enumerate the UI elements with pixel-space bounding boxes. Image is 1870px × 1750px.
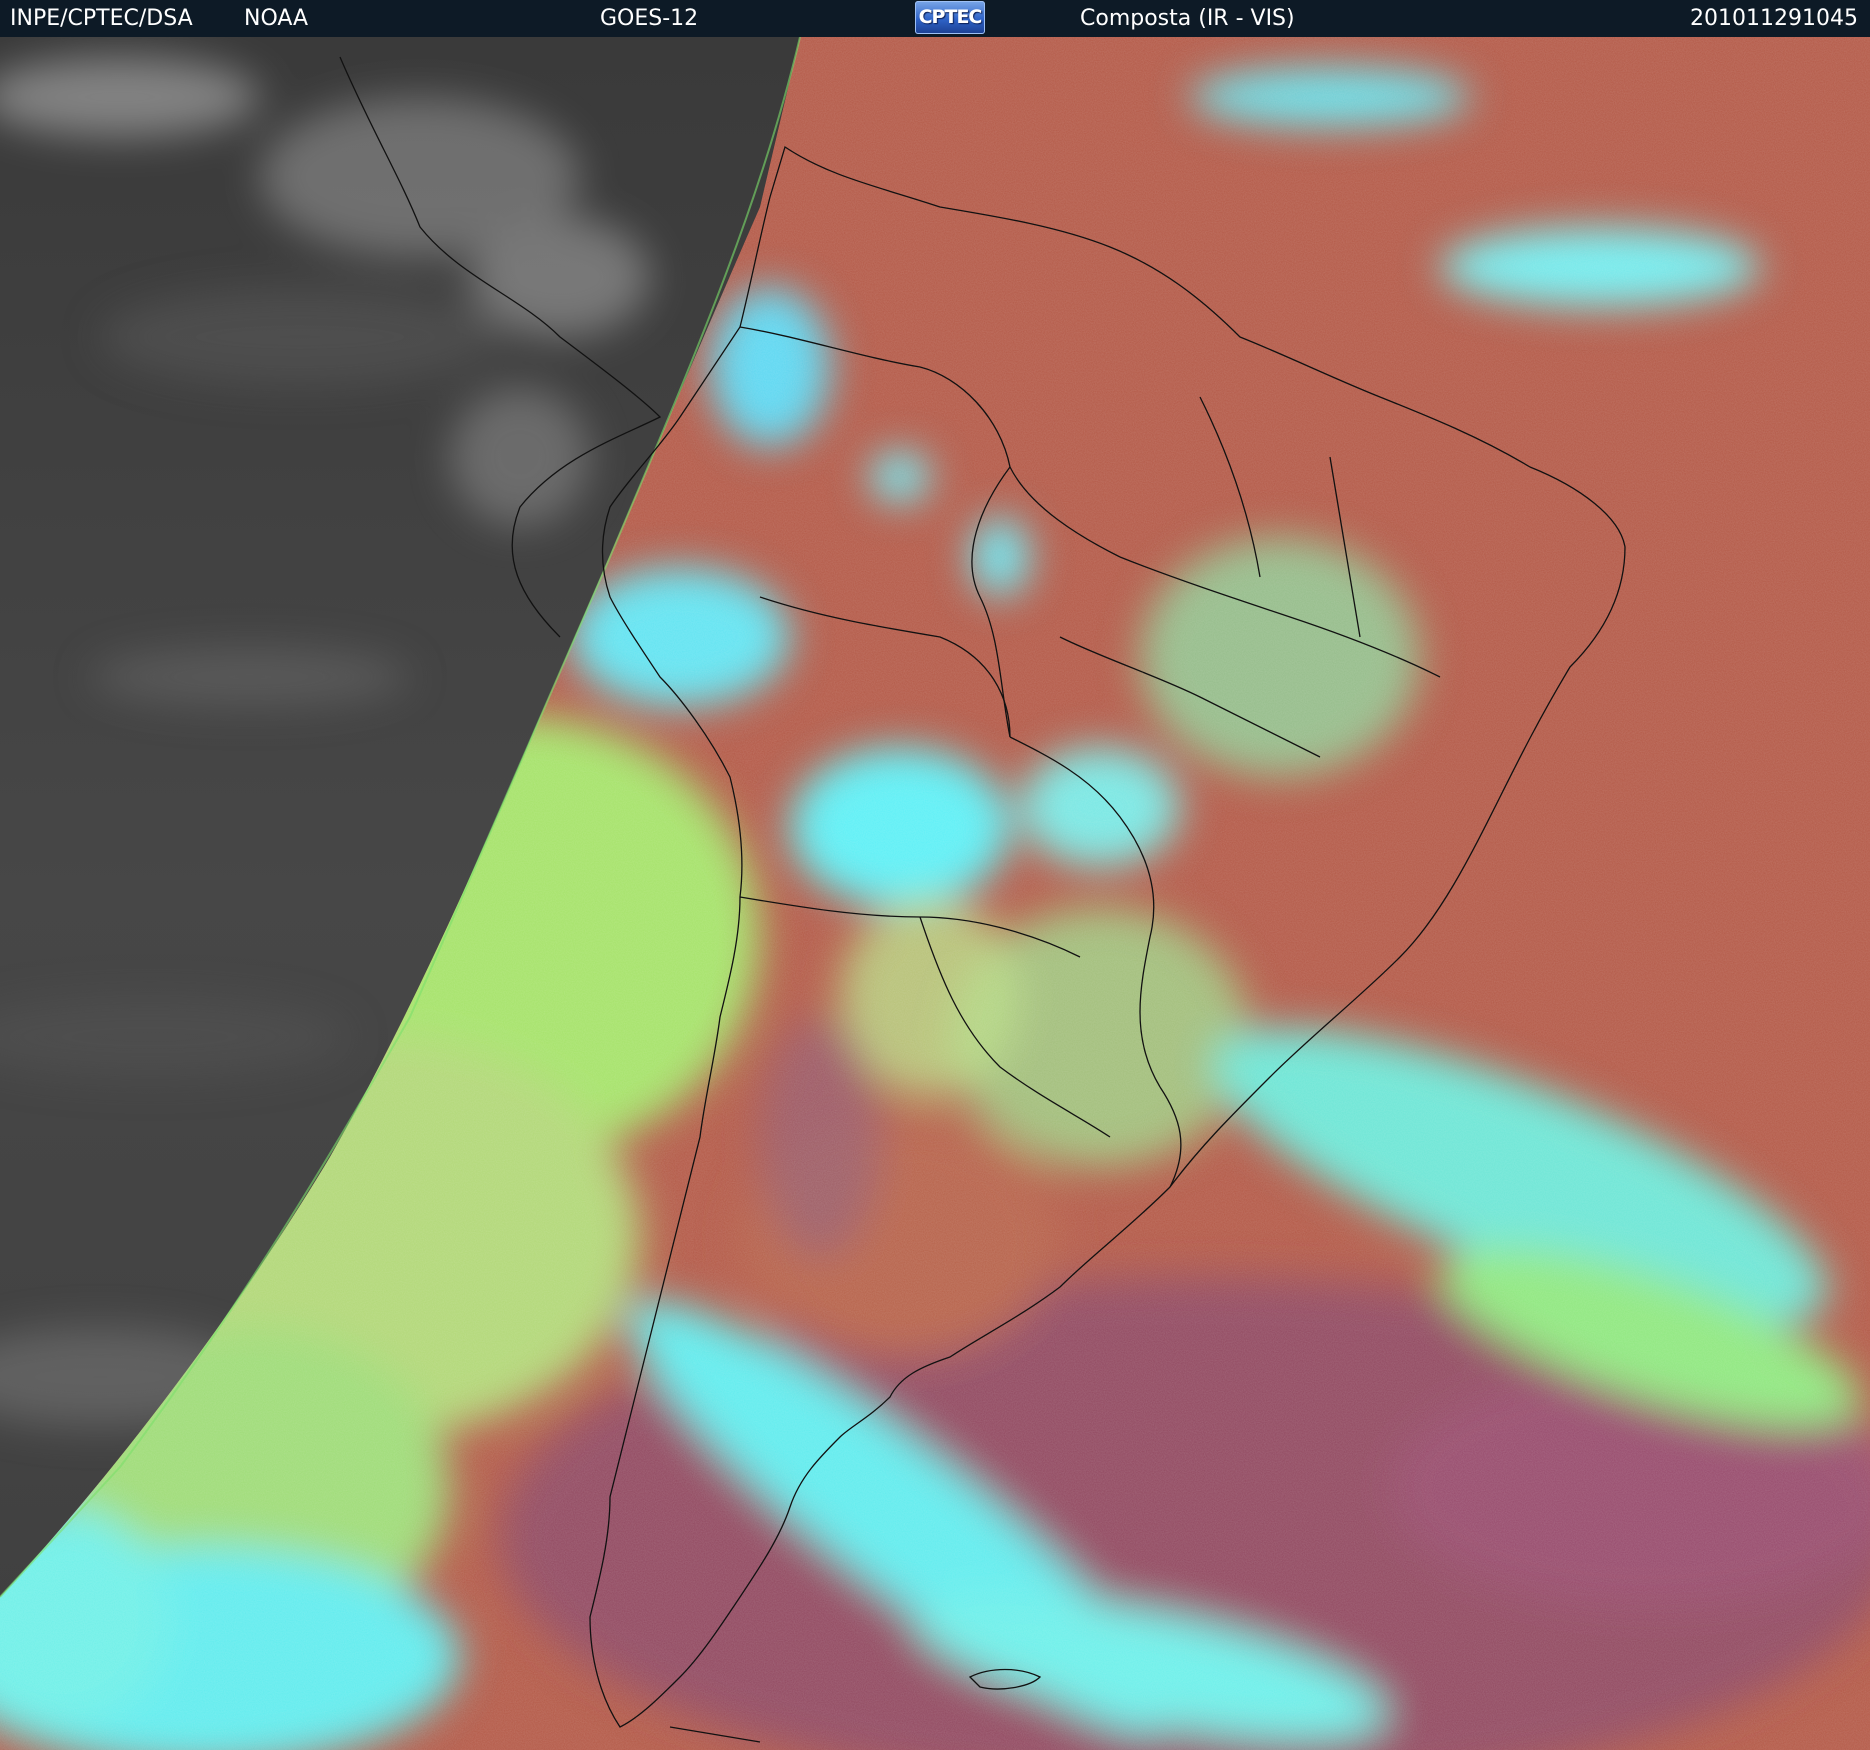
timestamp-label: 201011291045 [1690,6,1858,31]
product-label: Composta (IR - VIS) [1080,6,1295,31]
satellite-image [0,37,1870,1750]
satellite-label: GOES-12 [600,6,699,31]
header-bar: INPE/CPTEC/DSA NOAA GOES-12 CPTEC Compos… [0,0,1870,37]
cptec-logo: CPTEC [915,1,985,34]
agency-label: NOAA [244,6,309,31]
institution-label: INPE/CPTEC/DSA [10,6,193,31]
